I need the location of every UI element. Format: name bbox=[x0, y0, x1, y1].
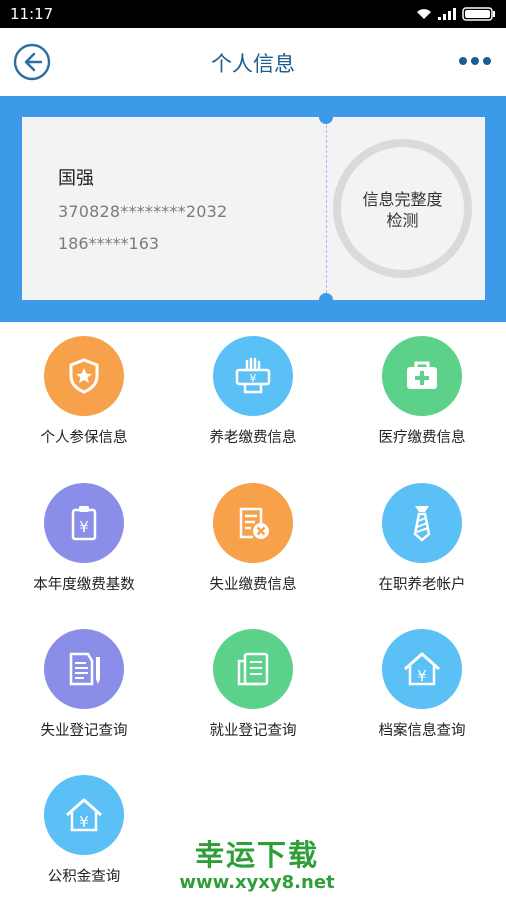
document-pen-icon bbox=[69, 652, 100, 686]
menu-item-unemployment-payment[interactable]: 失业缴费信息 bbox=[169, 469, 337, 599]
user-id-number: 370828********2032 bbox=[58, 202, 228, 221]
menu-item-label: 养老缴费信息 bbox=[209, 430, 297, 446]
status-icons bbox=[416, 7, 496, 21]
shield-star-icon bbox=[69, 358, 99, 394]
profile-card: 国强 370828********2032 186*****163 信息完整度 … bbox=[22, 110, 485, 307]
watermark-url: www.xyxy8.net bbox=[179, 872, 335, 893]
menu-icon-bg: ¥ bbox=[44, 483, 124, 563]
completeness-label: 信息完整度 检测 bbox=[362, 190, 443, 230]
menu-item-employment-registration[interactable]: 就业登记查询 bbox=[169, 615, 337, 745]
document-cancel-icon bbox=[239, 507, 269, 539]
menu-item-label: 本年度缴费基数 bbox=[33, 577, 135, 593]
menu-item-pension-account[interactable]: 在职养老帐户 bbox=[338, 469, 506, 599]
house-yen-icon: ¥ bbox=[404, 652, 440, 686]
watermark: 幸运下载 www.xyxy8.net bbox=[172, 832, 342, 893]
svg-text:¥: ¥ bbox=[250, 372, 257, 385]
menu-icon-bg bbox=[213, 483, 293, 563]
menu-icon-bg bbox=[382, 336, 462, 416]
medical-kit-icon bbox=[407, 361, 437, 389]
profile-banner: 国强 370828********2032 186*****163 信息完整度 … bbox=[0, 96, 506, 322]
app-header: 个人信息 bbox=[0, 28, 506, 96]
menu-item-label: 在职养老帐户 bbox=[378, 577, 466, 593]
menu-item-unemployment-registration[interactable]: 失业登记查询 bbox=[0, 615, 168, 745]
svg-text:¥: ¥ bbox=[417, 667, 427, 685]
page-title: 个人信息 bbox=[211, 52, 295, 76]
hand-money-icon: ¥ bbox=[235, 357, 271, 394]
menu-item-label: 个人参保信息 bbox=[40, 430, 128, 446]
wifi-icon bbox=[417, 9, 431, 19]
menu-item-label: 医疗缴费信息 bbox=[378, 430, 466, 446]
watermark-title: 幸运下载 bbox=[194, 838, 319, 872]
status-bar: 11:17 bbox=[0, 0, 506, 28]
status-time: 11:17 bbox=[10, 5, 54, 23]
menu-item-insurance-info[interactable]: 个人参保信息 bbox=[0, 322, 168, 452]
clipboard-yen-icon: ¥ bbox=[71, 506, 97, 541]
svg-text:¥: ¥ bbox=[79, 813, 89, 831]
menu-icon-bg bbox=[382, 483, 462, 563]
menu-icon-bg bbox=[44, 336, 124, 416]
divider-dot-bottom bbox=[319, 293, 333, 307]
menu-icon-bg bbox=[213, 629, 293, 709]
menu-icon-bg: ¥ bbox=[44, 775, 124, 855]
menu-icon-bg bbox=[44, 629, 124, 709]
menu-icon-bg: ¥ bbox=[382, 629, 462, 709]
menu-item-label: 失业登记查询 bbox=[40, 723, 128, 739]
menu-item-housing-fund[interactable]: ¥ 公积金查询 bbox=[0, 761, 168, 891]
completeness-check-button[interactable]: 信息完整度 检测 bbox=[333, 139, 472, 278]
menu-item-label: 公积金查询 bbox=[47, 869, 121, 885]
svg-text:¥: ¥ bbox=[79, 518, 89, 536]
menu-item-archive-query[interactable]: ¥ 档案信息查询 bbox=[338, 615, 506, 745]
menu-icon-bg: ¥ bbox=[213, 336, 293, 416]
menu-item-medical-payment[interactable]: 医疗缴费信息 bbox=[338, 322, 506, 452]
card-divider bbox=[326, 125, 327, 293]
document-list-icon bbox=[237, 652, 269, 686]
menu-item-label: 档案信息查询 bbox=[378, 723, 466, 739]
user-name: 国强 bbox=[58, 168, 94, 189]
menu-item-label: 就业登记查询 bbox=[209, 723, 297, 739]
tie-icon bbox=[413, 506, 431, 542]
battery-icon bbox=[462, 7, 495, 21]
house-yen-icon: ¥ bbox=[66, 798, 102, 832]
signal-icon bbox=[438, 8, 456, 20]
more-icon[interactable] bbox=[458, 55, 492, 67]
menu-item-annual-base[interactable]: ¥ 本年度缴费基数 bbox=[0, 469, 168, 599]
user-phone: 186*****163 bbox=[58, 234, 160, 253]
menu-item-label: 失业缴费信息 bbox=[209, 577, 297, 593]
menu-item-pension-payment[interactable]: ¥ 养老缴费信息 bbox=[169, 322, 337, 452]
divider-dot-top bbox=[319, 110, 333, 124]
